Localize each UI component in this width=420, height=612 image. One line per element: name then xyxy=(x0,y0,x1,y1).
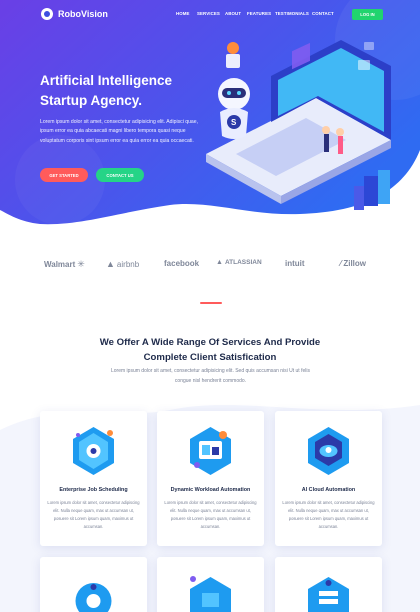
get-started-button[interactable]: GET STARTED xyxy=(40,168,88,182)
menu-item-contact[interactable]: CONTACT xyxy=(312,11,334,16)
contact-us-button[interactable]: CONTACT US xyxy=(96,168,144,182)
brand-airbnb: ▲ airbnb xyxy=(106,259,139,269)
service-card-row2-1[interactable] xyxy=(40,557,147,612)
hero-illustration: S xyxy=(206,40,391,210)
brand-atlassian: ▲ ATLASSIAN xyxy=(216,259,262,266)
brand-facebook: facebook xyxy=(164,259,200,268)
services-heading-line-1: We Offer A Wide Range Of Services And Pr… xyxy=(99,337,321,348)
workload-icon xyxy=(190,427,231,475)
hero-description: Lorem ipsum dolor sit amet, consectetur … xyxy=(40,119,198,144)
server-icon xyxy=(308,577,349,612)
service-card-text: Lorem ipsum dolor sit amet, consectetur … xyxy=(282,500,375,529)
atlassian-icon: ▲ xyxy=(216,259,223,266)
network-icon xyxy=(75,583,112,612)
service-card-row2-3[interactable] xyxy=(275,557,382,612)
hero-title-line-2: Startup Agency. xyxy=(40,93,143,108)
service-card-title: Dynamic Workload Automation xyxy=(170,487,251,493)
service-card-text: Lorem ipsum dolor sit amet, consectetur … xyxy=(47,500,140,529)
hero-title: Artificial Intelligence Startup Agency. xyxy=(40,71,210,111)
svg-text:S: S xyxy=(231,118,237,127)
menu-item-home[interactable]: HOME xyxy=(176,11,190,16)
brand-walmart-label: Walmart xyxy=(44,260,76,269)
services-heading-line-2: Complete Client Satisfication xyxy=(143,352,277,363)
menu-item-features[interactable]: FEATURES xyxy=(247,11,271,16)
zillow-icon: ⁄ xyxy=(340,259,342,268)
gear-icon xyxy=(73,427,114,475)
brand-walmart: Walmart ✳ xyxy=(44,259,85,270)
menu-item-services[interactable]: SERVICES xyxy=(197,11,220,16)
section-divider xyxy=(200,302,222,304)
robot-icon xyxy=(41,8,53,20)
walmart-spark-icon: ✳ xyxy=(77,259,85,269)
brand-atlassian-label: ATLASSIAN xyxy=(224,259,262,266)
service-card-text: Lorem ipsum dolor sit amet, consectetur … xyxy=(164,500,257,529)
brand-logos-row: Walmart ✳ ▲ airbnb facebook ▲ ATLASSIAN … xyxy=(44,259,378,273)
menu-item-about[interactable]: ABOUT xyxy=(225,11,241,16)
login-button[interactable]: LOG IN xyxy=(352,9,383,20)
service-card-workload[interactable]: Dynamic Workload Automation Lorem ipsum … xyxy=(157,411,264,546)
hero-title-line-1: Artificial Intelligence xyxy=(40,73,173,88)
chip-icon xyxy=(190,576,231,612)
service-card-cloud[interactable]: AI Cloud Automation Lorem ipsum dolor si… xyxy=(275,411,382,546)
airbnb-icon: ▲ xyxy=(106,259,115,269)
brand-zillow: ⁄ Zillow xyxy=(340,259,366,268)
services-heading: We Offer A Wide Range Of Services And Pr… xyxy=(60,335,360,365)
brand-airbnb-label: airbnb xyxy=(116,259,140,269)
cloud-icon xyxy=(308,427,349,475)
service-card-enterprise[interactable]: Enterprise Job Scheduling Lorem ipsum do… xyxy=(40,411,147,546)
services-description: Lorem ipsum dolor sit amet, consectetur … xyxy=(111,368,310,384)
menu-item-testimonials[interactable]: TESTIMONIALS xyxy=(275,11,309,16)
brand-intuit: intuit xyxy=(285,259,305,268)
brand-logo[interactable]: RoboVision xyxy=(41,8,108,20)
service-card-title: AI Cloud Automation xyxy=(301,487,356,493)
brand-zillow-label: Zillow xyxy=(343,259,367,268)
brand-name: RoboVision xyxy=(58,9,108,19)
service-card-title: Enterprise Job Scheduling xyxy=(59,487,128,493)
top-navigation: RoboVision HOME SERVICES ABOUT FEATURES … xyxy=(0,0,420,30)
service-card-row2-2[interactable] xyxy=(157,557,264,612)
